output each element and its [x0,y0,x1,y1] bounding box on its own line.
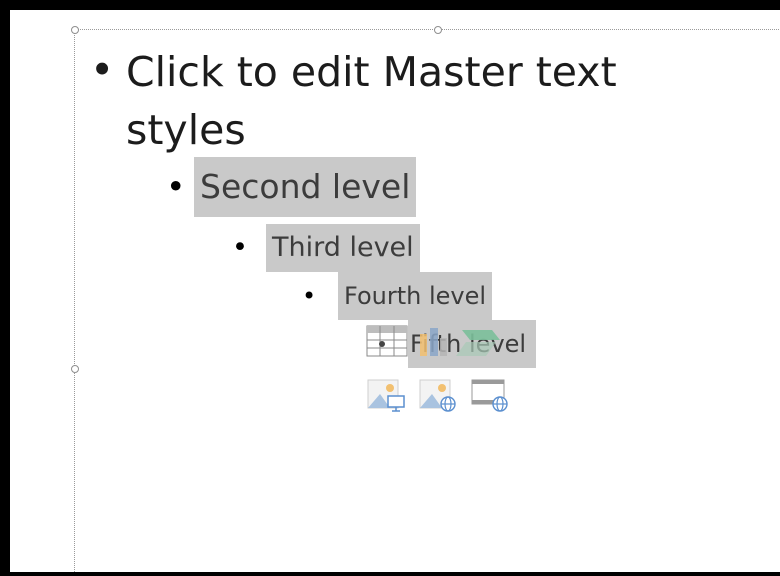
level-3-selection: Third level [266,224,420,272]
level-1-line-1: Click to edit Master text [126,48,617,96]
level-4-selection: Fourth level [338,272,493,320]
slide-canvas: • Click to edit Master text styles • Sec… [10,10,780,572]
bullet-level-3: • [232,232,248,263]
resize-handle-top-left[interactable] [71,26,79,34]
table-icon[interactable] [366,322,408,368]
bullet-level-4: • [302,282,317,310]
content-icon-group [366,322,516,422]
level-2-selection: Second level [194,157,417,217]
resize-handle-middle-left[interactable] [71,365,79,373]
video-icon[interactable] [470,374,512,420]
chart-icon[interactable] [416,322,456,368]
smartart-icon[interactable] [456,322,506,368]
bullet-level-1: • [90,46,115,94]
picture-icon[interactable] [366,374,408,420]
online-picture-icon[interactable] [418,374,460,420]
resize-handle-top-center[interactable] [434,26,442,34]
bullet-level-2: • [166,167,186,206]
level-1-line-2: styles [126,106,246,154]
